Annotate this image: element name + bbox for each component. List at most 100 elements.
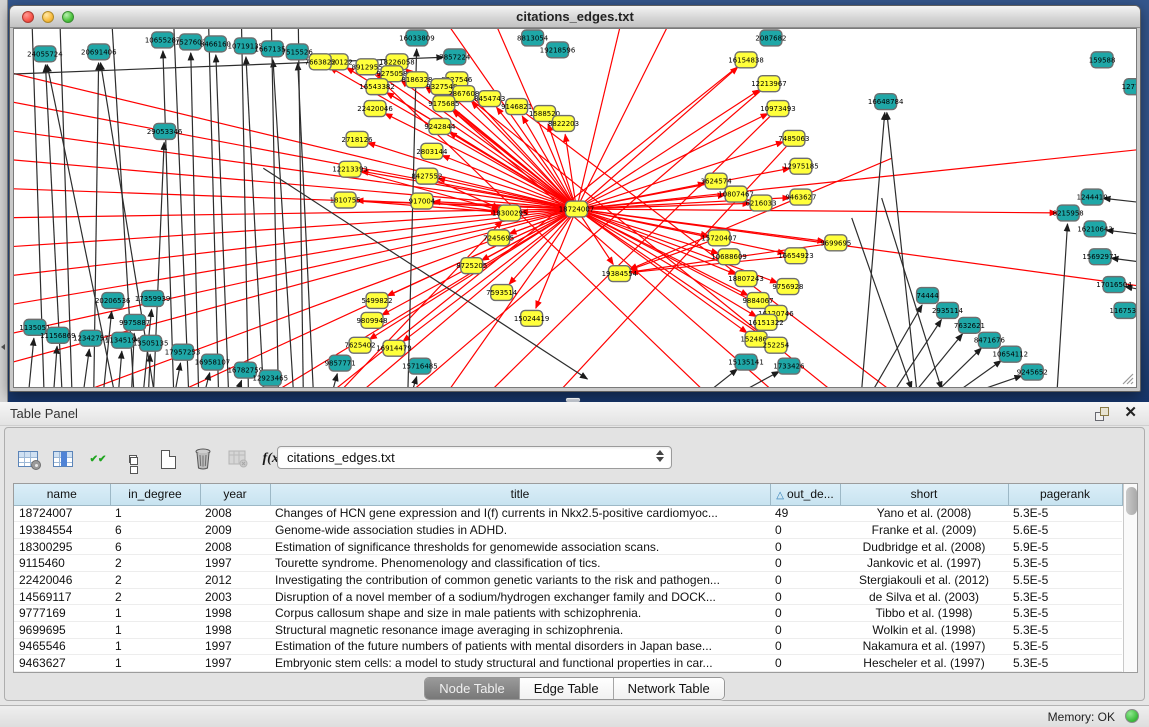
selected-node[interactable]: 7245695 <box>483 230 514 246</box>
edge[interactable] <box>119 351 122 387</box>
edge[interactable] <box>852 218 912 387</box>
edge[interactable] <box>413 377 417 387</box>
selected-node[interactable]: 917004 <box>409 193 436 209</box>
selected-edge[interactable] <box>576 148 1136 209</box>
selected-node[interactable]: 8822203 <box>548 116 579 132</box>
selected-node[interactable]: 252254 <box>763 337 790 353</box>
node[interactable]: 19218596 <box>540 42 576 58</box>
node[interactable]: 15716485 <box>402 358 438 374</box>
selected-node[interactable]: 7593514 <box>486 285 518 301</box>
edge[interactable] <box>191 53 199 387</box>
window-resize-grip[interactable] <box>1120 371 1134 385</box>
selected-node[interactable]: 10688609 <box>711 249 747 265</box>
edge[interactable] <box>176 363 181 387</box>
node[interactable]: 9975887 <box>119 314 150 330</box>
selected-node[interactable]: 9699695 <box>820 235 851 251</box>
table-row[interactable]: 2242004622012Investigating the contribut… <box>14 572 1122 589</box>
node[interactable]: 1167533 <box>1109 302 1136 318</box>
edge[interactable] <box>333 374 337 387</box>
tab-network-table[interactable]: Network Table <box>613 678 724 699</box>
table-row[interactable]: 946554611997Estimation of the future num… <box>14 638 1122 655</box>
selected-node[interactable]: 9146821 <box>501 99 532 115</box>
edge[interactable] <box>163 51 174 387</box>
selected-node[interactable]: 16154838 <box>728 52 764 68</box>
table-options-icon[interactable] <box>15 446 41 472</box>
table-row[interactable]: 1456911722003Disruption of a novel membe… <box>14 588 1122 605</box>
table-row[interactable]: 1872400712008Changes of HCN gene express… <box>14 505 1122 522</box>
show-columns-icon[interactable] <box>50 446 76 472</box>
splitter-collapse-arrow-icon[interactable] <box>1 344 5 350</box>
node[interactable]: 8813054 <box>517 30 549 46</box>
selected-node[interactable]: 6216033 <box>745 195 776 211</box>
node[interactable]: 8466160 <box>200 36 231 52</box>
edge[interactable] <box>747 371 779 387</box>
selected-node[interactable]: 1810755 <box>330 192 361 208</box>
column-header-pagerank[interactable]: pagerank <box>1008 484 1122 505</box>
tab-node-table[interactable]: Node Table <box>425 678 519 699</box>
selected-node[interactable]: 7485063 <box>778 130 809 146</box>
tab-edge-table[interactable]: Edge Table <box>519 678 613 699</box>
selected-node[interactable]: 2718126 <box>342 131 373 147</box>
node[interactable]: 8215958 <box>1053 205 1084 221</box>
edge[interactable] <box>887 112 917 387</box>
selected-node[interactable]: 9756928 <box>772 279 803 295</box>
scrollbar-thumb[interactable] <box>1126 487 1137 515</box>
node[interactable]: 9857771 <box>325 355 356 371</box>
edge[interactable] <box>29 338 34 387</box>
edge[interactable] <box>298 29 303 387</box>
column-header-year[interactable]: year <box>200 484 270 505</box>
selected-edge[interactable] <box>576 209 1136 288</box>
selected-edge[interactable] <box>14 158 576 209</box>
edge[interactable] <box>983 376 1022 387</box>
node[interactable]: 74444 <box>916 288 939 304</box>
column-header-out_de[interactable]: △out_de... <box>770 484 840 505</box>
node[interactable]: 10654112 <box>993 346 1029 362</box>
table-row[interactable]: 911546021997Tourette syndrome. Phenomeno… <box>14 555 1122 572</box>
node[interactable]: 16648784 <box>868 94 904 110</box>
edge[interactable] <box>238 380 241 387</box>
new-table-icon[interactable] <box>155 446 181 472</box>
network-window-titlebar[interactable]: citations_edges.txt <box>10 6 1140 28</box>
selected-edge[interactable] <box>576 209 1057 213</box>
selected-node[interactable]: 2803144 <box>416 143 448 159</box>
table-row[interactable]: 946362711997Embryonic stem cells: a mode… <box>14 655 1122 672</box>
clear-selection-icon[interactable] <box>120 446 146 472</box>
edge[interactable] <box>246 57 263 387</box>
column-header-name[interactable]: name <box>14 484 110 505</box>
edge[interactable] <box>216 55 229 387</box>
node[interactable]: 29053346 <box>147 123 183 139</box>
node[interactable]: 2087682 <box>755 30 786 46</box>
table-row[interactable]: 969969511998Structural magnetic resonanc… <box>14 621 1122 638</box>
edge[interactable] <box>862 112 885 387</box>
edge[interactable] <box>54 346 57 387</box>
node[interactable]: 9245652 <box>1017 364 1048 380</box>
network-view-window[interactable]: citations_edges.txt 18724007896012289129… <box>9 5 1141 392</box>
selected-node[interactable]: 7625402 <box>345 337 376 353</box>
table-row[interactable]: 1830029562008Estimation of significance … <box>14 538 1122 555</box>
node[interactable]: 16033809 <box>399 30 435 46</box>
select-all-icon[interactable]: ✔✔ <box>85 446 111 472</box>
float-panel-icon[interactable] <box>1095 407 1109 421</box>
node[interactable]: 2935114 <box>932 302 964 318</box>
edge[interactable] <box>896 320 942 387</box>
network-canvas-svg[interactable]: 1872400789601228912955182260589275058165… <box>14 29 1136 387</box>
edge[interactable] <box>273 60 293 387</box>
left-panel-splitter[interactable] <box>0 0 8 402</box>
edge[interactable] <box>1103 198 1136 203</box>
node[interactable]: 17016504 <box>1096 277 1132 293</box>
selected-edge[interactable] <box>14 188 576 209</box>
node[interactable]: 8471676 <box>974 332 1005 348</box>
edge[interactable] <box>712 369 737 387</box>
delete-table-icon[interactable] <box>190 446 216 472</box>
selected-node[interactable]: 9809948 <box>356 312 387 328</box>
node[interactable]: 16210643 <box>1077 221 1113 237</box>
selected-node[interactable]: 8725205 <box>456 258 487 274</box>
selected-node[interactable]: 5499822 <box>361 293 392 309</box>
selected-node[interactable]: 12213967 <box>751 76 787 92</box>
edge[interactable] <box>1057 224 1067 387</box>
edge[interactable] <box>961 361 1001 387</box>
node[interactable]: 7515526 <box>282 44 313 60</box>
node[interactable]: 15692971 <box>1082 249 1118 265</box>
table-row[interactable]: 1938455462009Genome-wide association stu… <box>14 522 1122 539</box>
node[interactable]: 1733426 <box>773 358 804 374</box>
